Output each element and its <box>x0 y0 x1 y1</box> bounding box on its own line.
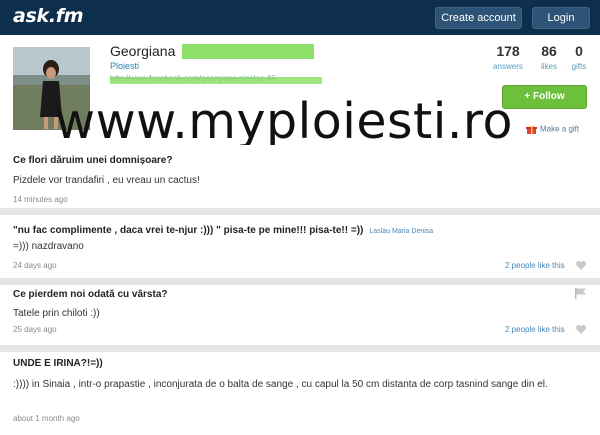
question-text[interactable]: Ce flori dăruim unei domnișoare? <box>13 155 172 166</box>
stat-gifts[interactable]: 0 gifts <box>566 43 592 71</box>
question-text[interactable]: Ce pierdem noi odată cu vârsta? <box>13 289 168 300</box>
watermark-text: www.myploiesti.ro <box>55 93 513 150</box>
question-card: Ce pierdem noi odată cu vârsta? Tatele p… <box>0 285 600 345</box>
answer-text: Tatele prin chiloti :)) <box>13 308 100 319</box>
answer-time[interactable]: 14 minutes ago <box>13 195 68 204</box>
answer-time[interactable]: 25 days ago <box>13 325 57 334</box>
login-button[interactable]: Login <box>532 7 590 29</box>
top-navigation-bar: ask.fm Create account Login <box>0 0 600 35</box>
censor-bar <box>182 44 314 59</box>
answer-text: =))) nazdravano <box>13 241 84 252</box>
make-gift-link[interactable]: Make a gift <box>526 124 579 135</box>
question-line: "nu fac complimente , daca vrei te-njur … <box>13 225 433 236</box>
asker-name[interactable]: Laslau Maria Denisa <box>369 228 433 235</box>
follow-button[interactable]: + Follow <box>502 85 587 109</box>
card-divider <box>0 278 600 285</box>
answer-time[interactable]: 24 days ago <box>13 261 57 270</box>
gift-icon <box>526 125 537 134</box>
question-card: Ce flori dăruim unei domnișoare? Pizdele… <box>0 145 600 208</box>
stat-likes[interactable]: 86 likes <box>535 43 563 71</box>
stat-label: answers <box>493 62 523 71</box>
censor-bar <box>110 77 322 84</box>
answer-time[interactable]: about 1 month ago <box>13 414 80 423</box>
heart-icon[interactable] <box>576 261 586 270</box>
question-text[interactable]: UNDE E IRINA?!=)) <box>13 358 103 369</box>
stat-value: 0 <box>575 43 583 59</box>
create-account-button[interactable]: Create account <box>435 7 522 29</box>
profile-location: Ploiesti <box>110 61 140 71</box>
question-text[interactable]: "nu fac complimente , daca vrei te-njur … <box>13 225 363 236</box>
stat-label: gifts <box>571 62 587 71</box>
answer-text: Pizdele vor trandafiri , eu vreau un cac… <box>13 175 200 186</box>
profile-name: Georgiana <box>110 43 176 59</box>
card-divider <box>0 208 600 215</box>
answer-text: :)))) in Sinaia , intr-o prapastie , inc… <box>13 379 548 390</box>
askfm-logo[interactable]: ask.fm <box>13 5 84 30</box>
likes-count[interactable]: 2 people like this <box>505 261 565 270</box>
card-divider <box>0 345 600 352</box>
flag-icon[interactable] <box>575 288 587 299</box>
stat-answers[interactable]: 178 answers <box>488 43 528 71</box>
question-card: "nu fac complimente , daca vrei te-njur … <box>0 215 600 278</box>
likes-count[interactable]: 2 people like this <box>505 325 565 334</box>
question-card: UNDE E IRINA?!=)) :)))) in Sinaia , intr… <box>0 352 600 435</box>
stat-value: 86 <box>541 43 557 59</box>
stat-label: likes <box>540 62 557 71</box>
stat-value: 178 <box>496 43 520 59</box>
make-gift-label: Make a gift <box>540 124 580 134</box>
heart-icon[interactable] <box>576 325 586 334</box>
